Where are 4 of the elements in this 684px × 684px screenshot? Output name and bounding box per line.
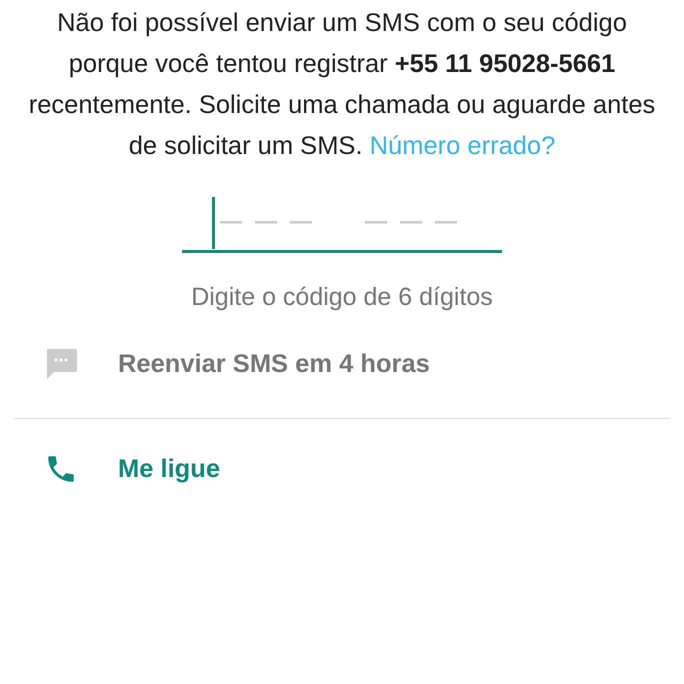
wrong-number-link[interactable]: Número errado?: [370, 132, 556, 160]
call-me-option[interactable]: Me ligue: [118, 454, 220, 484]
code-hint: Digite o código de 6 dígitos: [190, 283, 494, 312]
error-message: Não foi possível enviar um SMS com o seu código porque você tentou registrar +55 11 95028-5661 recentemente. Solicite uma chamada ou aguarde antes de solicitar um SMS. Número errado?: [28, 8, 656, 162]
